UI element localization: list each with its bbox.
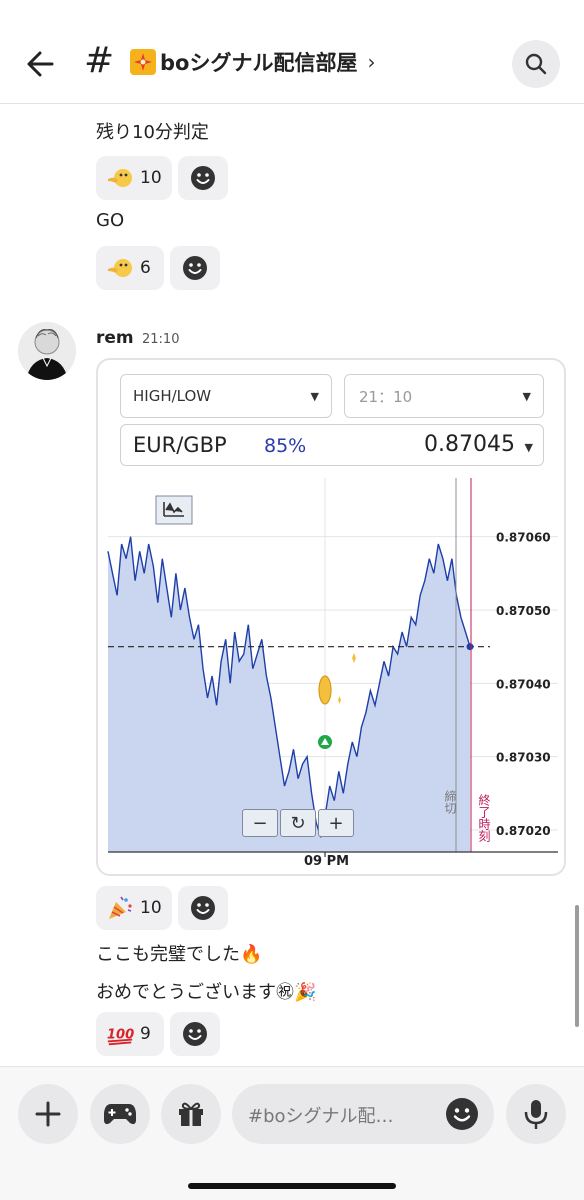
author-name[interactable]: rem: [96, 328, 134, 348]
sparkle-icon: [130, 49, 156, 75]
expiry-label: 終了時刻: [477, 793, 491, 842]
activities-button[interactable]: [90, 1084, 150, 1144]
reaction-chip[interactable]: 6: [96, 246, 164, 290]
home-indicator: [188, 1183, 396, 1189]
minus-icon: −: [252, 812, 268, 834]
channel-header: # boシグナル配信部屋 ›: [0, 0, 584, 104]
party-popper-icon: [106, 894, 134, 922]
add-reaction-button[interactable]: [170, 1012, 220, 1056]
message-text: ここも完璧でした🔥: [96, 944, 263, 965]
x-axis-label: 09 PM: [304, 854, 350, 869]
add-reaction-button[interactable]: [178, 886, 228, 930]
channel-name: boシグナル配信部屋: [160, 51, 358, 75]
y-tick-label: 0.87030: [496, 751, 551, 765]
voice-message-button[interactable]: [506, 1084, 566, 1144]
smiley-icon: [183, 1022, 207, 1046]
scrollbar[interactable]: [575, 905, 579, 1027]
gamepad-icon: [104, 1104, 136, 1125]
sparkle-icon: [352, 653, 356, 663]
channel-title-button[interactable]: boシグナル配信部屋 ›: [130, 44, 375, 80]
back-button[interactable]: [22, 44, 62, 84]
message-time: 21:10: [142, 332, 180, 347]
add-reaction-button[interactable]: [178, 156, 228, 200]
smiley-icon: [447, 1099, 477, 1129]
zoom-out-button[interactable]: −: [242, 809, 278, 837]
channel-hash-icon: #: [84, 40, 115, 81]
microphone-icon: [524, 1100, 548, 1129]
reaction-count: 10: [140, 168, 162, 188]
reaction-count: 10: [140, 898, 162, 918]
smiley-icon: [183, 256, 207, 280]
reaction-chip[interactable]: 10: [96, 886, 172, 930]
deadline-label: 締切: [443, 789, 457, 815]
emoji-picker-button[interactable]: [446, 1098, 478, 1130]
sparkle-icon: [338, 696, 341, 704]
price-chart[interactable]: 0.87060 0.87050 0.87040 0.87030 0.87020 締切 終了時…: [98, 360, 564, 874]
pointing-face-icon: [106, 164, 134, 192]
refresh-icon: ↻: [290, 812, 306, 834]
message-text: GO: [96, 210, 125, 231]
hundred-points-icon: 100: [106, 1020, 134, 1048]
smiley-icon: [191, 166, 215, 190]
chevron-right-icon: ›: [367, 50, 376, 74]
add-reaction-button[interactable]: [170, 246, 220, 290]
smiley-icon: [191, 896, 215, 920]
search-icon: [525, 53, 547, 75]
chart-type-button: [155, 495, 193, 525]
avatar-image: [18, 322, 76, 380]
coin-icon: [318, 675, 332, 705]
add-attachment-button[interactable]: [18, 1084, 78, 1144]
y-tick-label: 0.87050: [496, 604, 551, 618]
message-input[interactable]: #boシグナル配…: [232, 1084, 494, 1144]
reaction-count: 6: [140, 258, 151, 278]
y-tick-label: 0.87040: [496, 677, 551, 691]
message-text: 残り10分判定: [96, 122, 209, 143]
trade-screenshot-card[interactable]: HIGH/LOW ▼ 21：10 ▼ EUR/GBP 85% 0.87045 ▼…: [96, 358, 566, 876]
gift-icon: [179, 1102, 203, 1126]
series-area: [108, 536, 470, 852]
plus-icon: +: [328, 812, 344, 834]
gift-button[interactable]: [161, 1084, 221, 1144]
plus-icon: [35, 1101, 61, 1127]
reaction-chip[interactable]: 100 9: [96, 1012, 164, 1056]
reaction-chip[interactable]: 10: [96, 156, 172, 200]
avatar[interactable]: [18, 322, 76, 380]
reaction-count: 9: [140, 1024, 151, 1044]
pointing-face-icon: [106, 254, 134, 282]
y-tick-label: 0.87060: [496, 531, 551, 545]
current-price-dot: [466, 643, 474, 651]
search-button[interactable]: [512, 40, 560, 88]
composer-bar: #boシグナル配…: [0, 1066, 584, 1200]
y-tick-label: 0.87020: [496, 824, 551, 838]
arrow-left-icon: [27, 51, 54, 77]
reset-zoom-button[interactable]: ↻: [280, 809, 316, 837]
message-text: おめでとうございます㊗🎉: [96, 982, 317, 1003]
message-input-placeholder: #boシグナル配…: [248, 1106, 394, 1127]
zoom-in-button[interactable]: +: [318, 809, 354, 837]
